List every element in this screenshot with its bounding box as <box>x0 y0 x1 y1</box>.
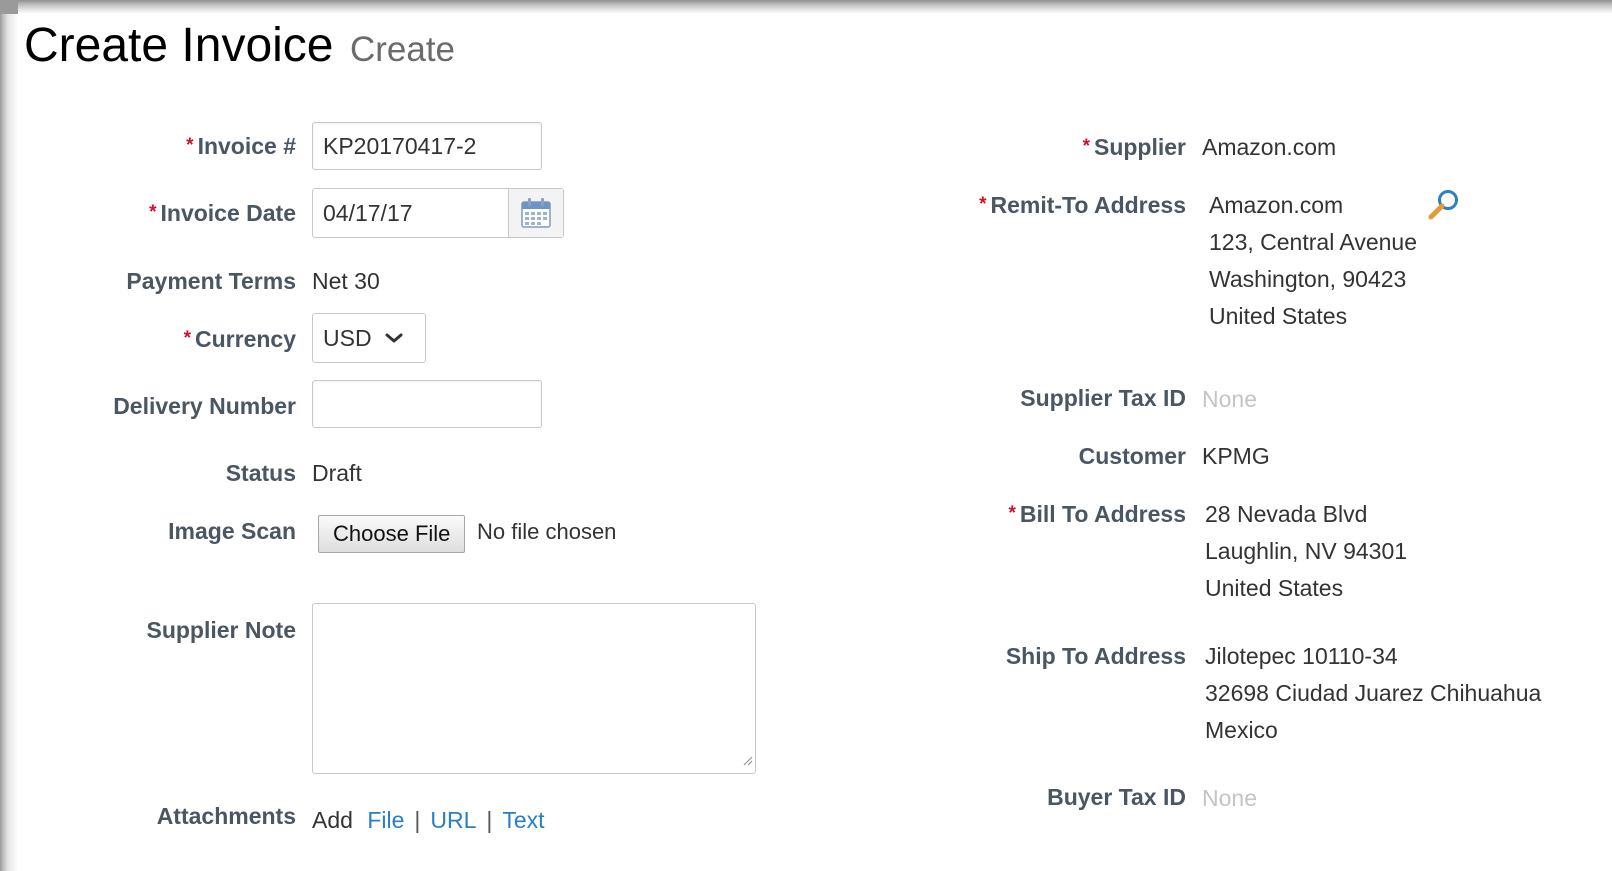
payment-terms-value: Net 30 <box>312 268 380 294</box>
ship-to-line: 32698 Ciudad Juarez Chihuahua <box>1205 680 1542 706</box>
remit-to-line: 123, Central Avenue <box>1209 229 1418 255</box>
currency-label-text: Currency <box>195 326 296 352</box>
invoice-number-label-text: Invoice # <box>197 133 296 159</box>
separator: | <box>486 807 493 833</box>
payment-terms-label: Payment Terms <box>126 268 296 294</box>
remit-to-label-text: Remit-To Address <box>990 192 1186 218</box>
required-marker: * <box>149 202 157 223</box>
image-scan-label: Image Scan <box>168 518 296 544</box>
supplier-tax-id-value: None <box>1202 386 1257 412</box>
customer-label: Customer <box>1078 443 1186 469</box>
buyer-tax-id-label: Buyer Tax ID <box>1047 784 1186 810</box>
calendar-icon[interactable] <box>508 189 563 237</box>
bill-to-line: 28 Nevada Blvd <box>1205 501 1368 527</box>
ship-to-line: Mexico <box>1205 717 1278 743</box>
ship-to-label: Ship To Address <box>1005 643 1186 669</box>
delivery-number-input[interactable] <box>312 380 542 428</box>
attach-url-link[interactable]: URL <box>430 807 476 833</box>
invoice-number-input[interactable]: KP20170417-2 <box>312 122 542 170</box>
customer-value: KPMG <box>1202 443 1270 469</box>
supplier-note-label: Supplier Note <box>146 617 296 643</box>
window-frame-corner <box>0 0 18 14</box>
page-subtitle: Create <box>349 30 456 69</box>
required-marker: * <box>1008 503 1016 524</box>
remit-to-label: * Remit-To Address <box>979 192 1186 219</box>
currency-label: * Currency <box>184 326 296 353</box>
delivery-number-label: Delivery Number <box>113 393 296 419</box>
invoice-date-input[interactable]: 04/17/17 <box>313 189 508 237</box>
file-status-text: No file chosen <box>477 519 617 544</box>
attachments-label: Attachments <box>156 803 296 829</box>
currency-select[interactable]: USD <box>312 313 426 363</box>
ship-to-line: Jilotepec 10110-34 <box>1205 643 1398 669</box>
invoice-number-value: KP20170417-2 <box>323 133 477 159</box>
page-title: Create Invoice Create <box>24 18 455 73</box>
attachments-actions: Add File | URL | Text <box>312 807 545 834</box>
page-title-text: Create Invoice <box>24 19 334 72</box>
supplier-value: Amazon.com <box>1202 134 1337 160</box>
bill-to-label-text: Bill To Address <box>1019 501 1186 527</box>
window-frame-left <box>0 0 18 871</box>
resize-grip-icon[interactable] <box>741 753 753 771</box>
invoice-date-field[interactable]: 04/17/17 <box>312 188 564 238</box>
attachments-add-text: Add <box>312 807 353 833</box>
bill-to-label: * Bill To Address <box>1008 501 1186 528</box>
remit-to-line: United States <box>1209 303 1348 329</box>
required-marker: * <box>1082 136 1090 157</box>
invoice-date-label: * Invoice Date <box>149 200 296 227</box>
currency-selected: USD <box>323 324 372 351</box>
supplier-label: * Supplier <box>1083 134 1186 161</box>
status-value: Draft <box>312 460 362 486</box>
invoice-date-label-text: Invoice Date <box>160 200 297 226</box>
search-icon[interactable] <box>1425 186 1463 229</box>
separator: | <box>414 807 421 833</box>
supplier-note-textarea[interactable] <box>312 603 756 774</box>
supplier-label-text: Supplier <box>1093 134 1186 160</box>
required-marker: * <box>183 328 192 349</box>
status-label: Status <box>225 460 296 486</box>
chevron-down-icon <box>384 332 404 344</box>
invoice-number-label: * Invoice # <box>186 133 296 160</box>
choose-file-button[interactable]: Choose File <box>318 515 466 553</box>
remit-to-line: Amazon.com <box>1209 192 1344 218</box>
attach-file-link[interactable]: File <box>367 807 404 833</box>
buyer-tax-id-value: None <box>1202 785 1257 811</box>
required-marker: * <box>186 135 194 156</box>
window-frame-top <box>0 0 1612 14</box>
required-marker: * <box>979 194 987 215</box>
bill-to-line: United States <box>1205 575 1344 601</box>
bill-to-line: Laughlin, NV 94301 <box>1205 538 1408 564</box>
supplier-tax-id-label: Supplier Tax ID <box>1020 385 1186 411</box>
attach-text-link[interactable]: Text <box>502 807 544 833</box>
remit-to-line: Washington, 90423 <box>1209 266 1407 292</box>
